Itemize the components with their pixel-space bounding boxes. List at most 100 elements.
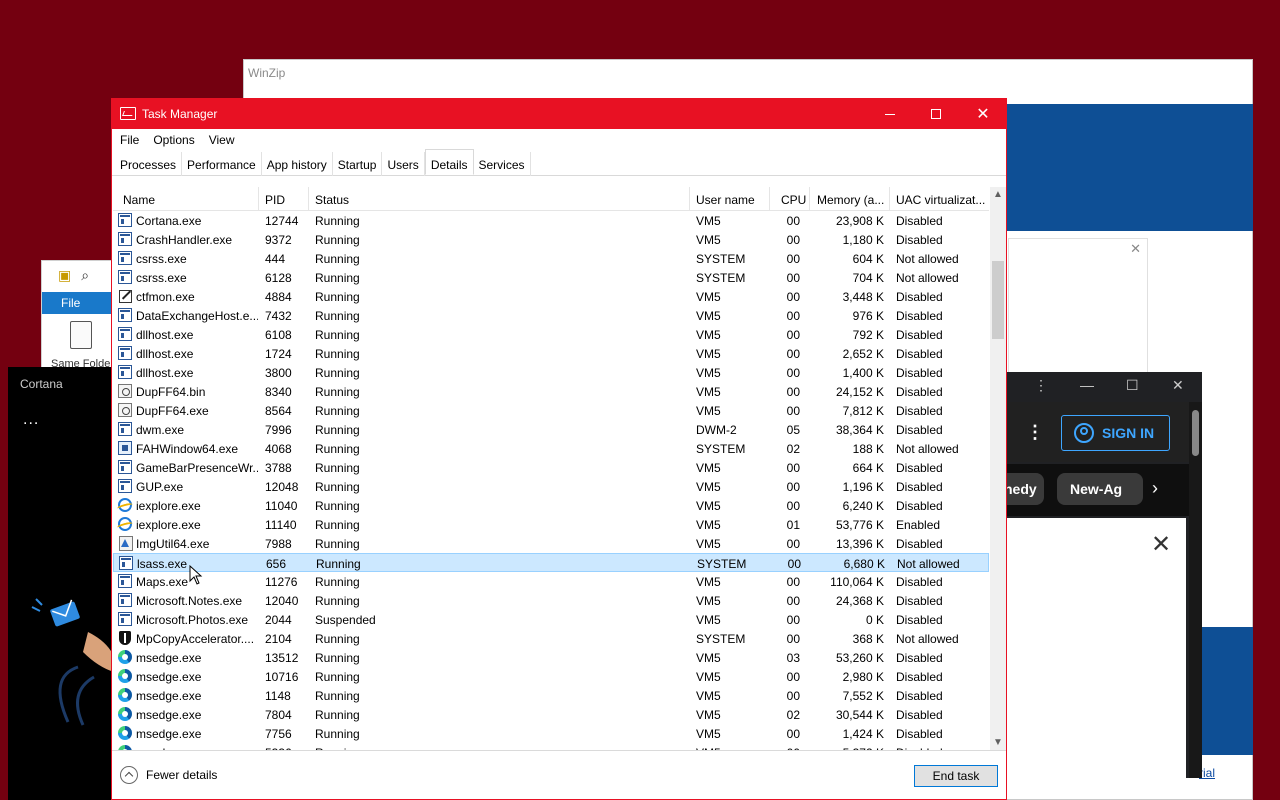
edge-process-icon [118, 688, 132, 702]
process-status: Running [315, 689, 360, 703]
process-memory: 1,180 K [842, 233, 884, 247]
table-row[interactable]: msedge.exe 7756 Running VM5 00 1,424 K Disable… [113, 724, 989, 743]
table-row[interactable]: ctfmon.exe 4884 Running VM5 00 3,448 K Disable… [113, 287, 989, 306]
fewer-details-button[interactable]: Fewer details [120, 766, 217, 784]
file-tab[interactable]: File [42, 292, 112, 314]
column-name[interactable]: ^ Name [113, 187, 259, 211]
tab-startup[interactable]: Startup [333, 152, 383, 176]
process-user: DWM-2 [696, 423, 737, 437]
tab-app-history[interactable]: App history [262, 152, 333, 176]
end-task-button[interactable]: End task [914, 765, 998, 787]
title-bar[interactable]: Task Manager ✕ [112, 99, 1006, 129]
table-row[interactable]: ImgUtil64.exe 7988 Running VM5 00 13,396 K Dis… [113, 534, 989, 553]
table-row[interactable]: MpCopyAccelerator.... 2104 Running SYSTEM 00… [113, 629, 989, 648]
tab-performance[interactable]: Performance [182, 152, 262, 176]
process-user: SYSTEM [696, 442, 746, 456]
process-pid: 12048 [265, 480, 299, 494]
table-row[interactable]: msedge.exe 13512 Running VM5 03 53,260 K Disab… [113, 648, 989, 667]
column-user-name[interactable]: User name [690, 187, 770, 211]
process-pid: 7804 [265, 708, 292, 722]
chip-2[interactable]: New-Ag [1057, 473, 1143, 505]
table-row[interactable]: iexplore.exe 11040 Running VM5 00 6,240 K Disa… [113, 496, 989, 515]
minimize-button[interactable] [867, 99, 913, 129]
table-row[interactable]: CrashHandler.exe 9372 Running VM5 00 1,180 K D… [113, 230, 989, 249]
tab-processes[interactable]: Processes [115, 152, 183, 176]
menu-file[interactable]: File [120, 129, 146, 151]
edge-process-icon [118, 707, 132, 721]
table-row[interactable]: dllhost.exe 3800 Running VM5 00 1,400 K Disabl… [113, 363, 989, 382]
process-memory: 664 K [852, 461, 884, 475]
table-row[interactable]: Maps.exe 11276 Running VM5 00 110,064 K Disabl… [113, 572, 989, 591]
search-icon[interactable]: ⌕ [81, 267, 89, 284]
process-name: csrss.exe [136, 271, 187, 285]
maximize-icon[interactable]: ☐ [1126, 377, 1139, 394]
table-row[interactable]: dllhost.exe 1724 Running VM5 00 2,652 K Disabl… [113, 344, 989, 363]
process-pid: 1724 [265, 347, 292, 361]
close-icon[interactable]: ✕ [1151, 530, 1171, 559]
edge-process-icon [118, 669, 132, 683]
column-cpu[interactable]: CPU [770, 187, 810, 211]
table-row[interactable]: DupFF64.exe 8564 Running VM5 00 7,812 K Disabl… [113, 401, 989, 420]
process-memory: 53,776 K [835, 518, 884, 532]
menu-options[interactable]: Options [153, 129, 201, 151]
close-icon[interactable]: ✕ [1130, 241, 1141, 257]
table-row[interactable]: dllhost.exe 6108 Running VM5 00 792 K Disabled [113, 325, 989, 344]
process-name: dllhost.exe [136, 347, 194, 361]
table-row[interactable]: dwm.exe 7996 Running DWM-2 05 38,364 K Disable… [113, 420, 989, 439]
table-row[interactable]: csrss.exe 6128 Running SYSTEM 00 704 K Not all… [113, 268, 989, 287]
chevron-right-icon[interactable]: › [1152, 478, 1158, 499]
table-row[interactable]: Microsoft.Notes.exe 12040 Running VM5 00 24,3… [113, 591, 989, 610]
table-row[interactable]: csrss.exe 444 Running SYSTEM 00 604 K Not allo… [113, 249, 989, 268]
maximize-button[interactable] [913, 99, 959, 129]
table-row[interactable]: GUP.exe 12048 Running VM5 00 1,196 K Disabled [113, 477, 989, 496]
process-memory: 24,152 K [835, 385, 884, 399]
column-pid[interactable]: PID [259, 187, 309, 211]
scroll-down-icon[interactable]: ▼ [993, 737, 1003, 748]
table-row[interactable]: GameBarPresenceWr... 3788 Running VM5 00 664 … [113, 458, 989, 477]
process-user: VM5 [696, 328, 721, 342]
scrollbar[interactable] [1189, 402, 1202, 778]
column-memory[interactable]: Memory (a... [810, 187, 890, 211]
minimize-icon[interactable]: — [1080, 377, 1094, 393]
tab-details[interactable]: Details [424, 149, 474, 175]
tab-users[interactable]: Users [382, 152, 425, 176]
close-icon[interactable]: ✕ [1172, 377, 1184, 394]
details-table: ^ Name PID Status User name CPU Memory (… [113, 187, 989, 750]
process-name: msedge.exe [136, 708, 202, 722]
tab-services[interactable]: Services [474, 152, 531, 176]
more-options-icon[interactable]: ... [23, 411, 39, 429]
scroll-up-icon[interactable]: ▲ [993, 189, 1003, 200]
process-cpu: 00 [786, 290, 800, 304]
table-row[interactable]: FAHWindow64.exe 4068 Running SYSTEM 02 188 K N… [113, 439, 989, 458]
table-row[interactable]: DupFF64.bin 8340 Running VM5 00 24,152 K Disab… [113, 382, 989, 401]
vertical-scrollbar[interactable]: ▲ ▼ [990, 187, 1006, 750]
table-row[interactable]: Cortana.exe 12744 Running VM5 00 23,908 K Disa… [113, 211, 989, 230]
process-status: Running [315, 499, 360, 513]
table-row[interactable]: msedge.exe 10716 Running VM5 00 2,980 K Disabl… [113, 667, 989, 686]
more-icon[interactable]: ⋮ [1034, 377, 1048, 394]
properties-icon[interactable]: ▣ [58, 267, 71, 284]
table-row[interactable]: Microsoft.Photos.exe 2044 Suspended VM5 00 0 … [113, 610, 989, 629]
process-uac: Disabled [896, 385, 943, 399]
column-uac-virtualization[interactable]: UAC virtualizat... [890, 187, 989, 211]
close-button[interactable]: ✕ [960, 99, 1006, 129]
process-status: Running [315, 366, 360, 380]
sign-in-button[interactable]: SIGN IN [1061, 415, 1170, 451]
table-row[interactable]: iexplore.exe 11140 Running VM5 01 53,776 K Ena… [113, 515, 989, 534]
table-row[interactable]: msedge.exe5336RunningVM5005,372 KDisable… [113, 743, 989, 750]
table-row[interactable]: DataExchangeHost.e... 7432 Running VM5 00 976… [113, 306, 989, 325]
process-pid: 11040 [265, 499, 298, 513]
process-status: Running [315, 594, 360, 608]
table-row[interactable]: msedge.exe 7804 Running VM5 02 30,544 K Disabl… [113, 705, 989, 724]
process-memory: 53,260 K [835, 651, 884, 665]
column-status[interactable]: Status [309, 187, 690, 211]
scrollbar-thumb[interactable] [992, 261, 1004, 339]
process-name: ctfmon.exe [136, 290, 195, 304]
table-row[interactable]: lsass.exe 656 Running SYSTEM 00 6,680 K Not al… [113, 553, 989, 572]
table-row[interactable]: msedge.exe 1148 Running VM5 00 7,552 K Disable… [113, 686, 989, 705]
kebab-menu-icon[interactable]: ⋮ [1026, 422, 1044, 443]
menu-view[interactable]: View [209, 129, 242, 151]
process-uac: Not allowed [896, 252, 959, 266]
scrollbar-thumb[interactable] [1192, 410, 1199, 456]
process-name: Cortana.exe [136, 214, 202, 228]
